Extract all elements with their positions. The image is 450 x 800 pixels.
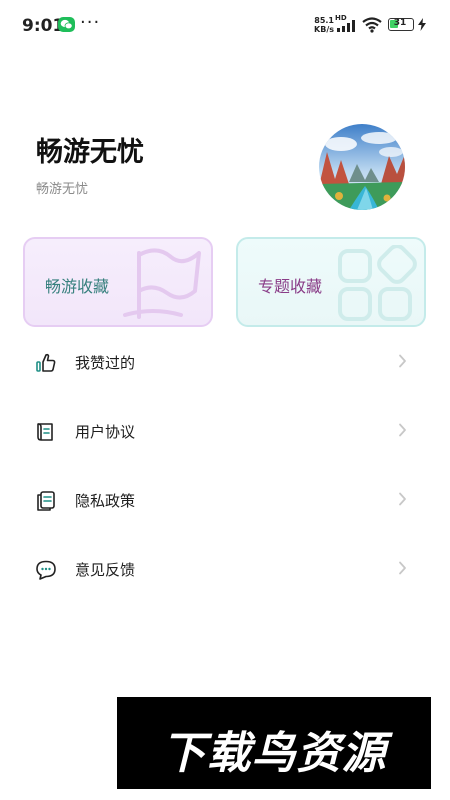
watermark-text: 下载鸟资源 — [161, 728, 387, 779]
menu-item-privacy-policy-label: 隐私政策 — [75, 492, 136, 510]
chevron-right-icon — [399, 561, 406, 575]
card-topic-favorites-label: 专题收藏 — [258, 277, 323, 296]
chevron-right-icon — [399, 423, 406, 437]
chat-bubble-icon — [36, 560, 56, 580]
agreement-icon — [37, 423, 53, 441]
charging-bolt-icon — [418, 18, 426, 34]
card-tour-favorites[interactable]: 畅游收藏 — [23, 237, 213, 327]
card-tour-favorites-label: 畅游收藏 — [45, 277, 110, 296]
wechat-icon — [58, 17, 75, 32]
card-topic-favorites[interactable]: 专题收藏 — [236, 237, 426, 327]
wifi-icon — [362, 17, 382, 33]
watermark-banner: 下载鸟资源 — [117, 697, 431, 789]
signal-icon — [337, 20, 355, 32]
menu-item-feedback-label: 意见反馈 — [75, 561, 136, 579]
battery-level: 31 — [393, 18, 407, 28]
chevron-right-icon — [399, 354, 406, 368]
battery-icon: 31 — [388, 18, 414, 31]
more-notifications-icon: ··· — [80, 12, 101, 33]
thumbs-up-icon — [36, 353, 56, 372]
network-speed-unit: KB/s — [314, 25, 334, 34]
menu-item-user-agreement-label: 用户协议 — [75, 423, 136, 441]
network-speed: 85.1 KB/s — [312, 16, 334, 34]
menu-item-liked[interactable]: 我赞过的 — [0, 328, 450, 396]
grid-icon — [338, 245, 417, 321]
flag-icon — [123, 248, 201, 319]
menu-item-liked-label: 我赞过的 — [75, 354, 136, 372]
chevron-right-icon — [399, 492, 406, 506]
menu-item-privacy-policy[interactable]: 隐私政策 — [0, 466, 450, 534]
profile-title: 畅游无忧 — [36, 137, 144, 168]
document-icon — [37, 491, 55, 511]
avatar[interactable] — [319, 124, 405, 210]
menu-item-feedback[interactable]: 意见反馈 — [0, 535, 450, 603]
menu-item-user-agreement[interactable]: 用户协议 — [0, 397, 450, 465]
profile-subtitle: 畅游无忧 — [36, 182, 89, 197]
network-speed-value: 85.1 — [314, 16, 334, 25]
status-bar: 9:01 ··· 85.1 KB/s HD 31 — [0, 0, 450, 52]
